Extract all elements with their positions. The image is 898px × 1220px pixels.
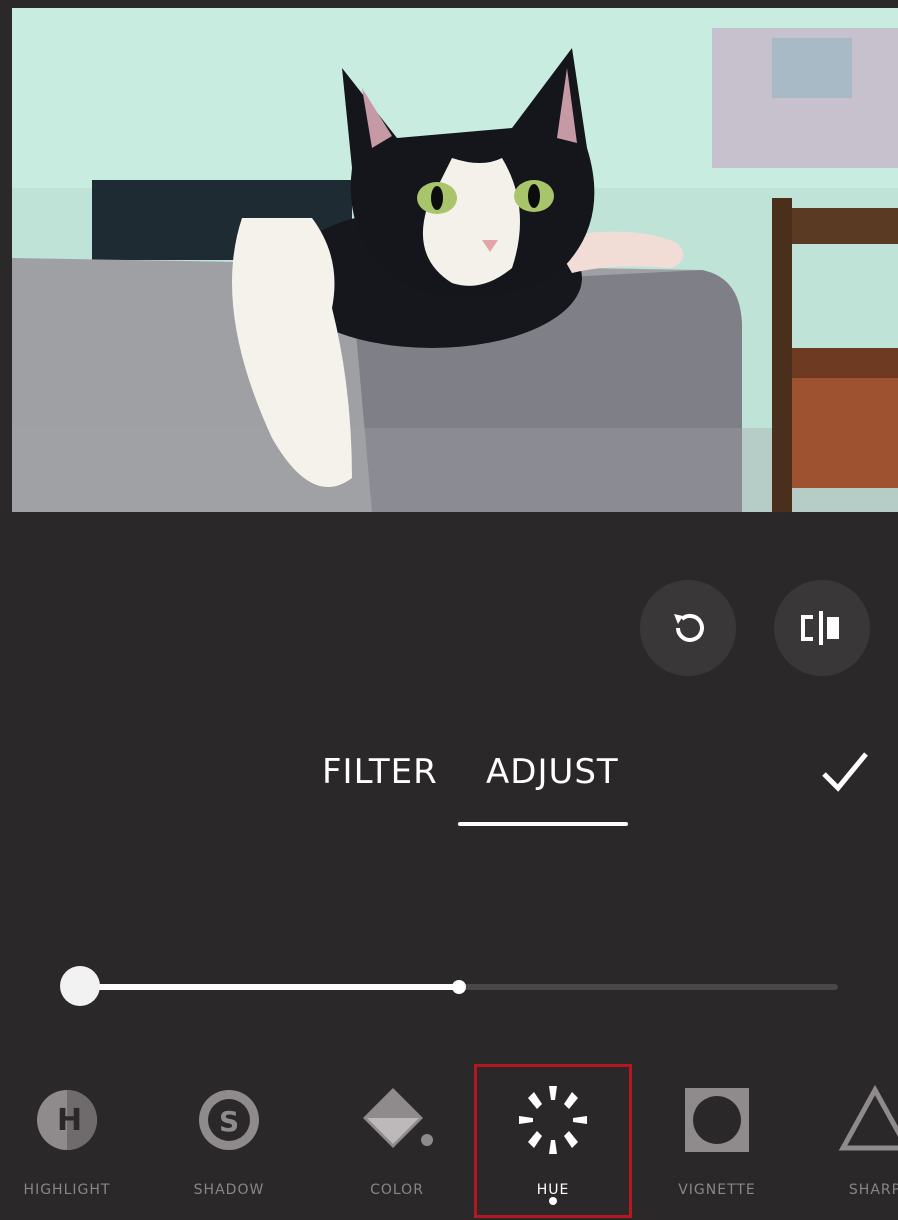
tool-color[interactable]: COLOR: [312, 1066, 482, 1216]
tab-adjust[interactable]: ADJUST: [486, 752, 619, 792]
tool-hue[interactable]: HUE: [468, 1066, 638, 1216]
active-tab-indicator: [458, 822, 628, 826]
tool-sharpen[interactable]: SHARP: [790, 1066, 898, 1216]
photo-preview: [12, 8, 898, 512]
sharpen-icon: [838, 1084, 898, 1151]
hue-icon: [519, 1086, 587, 1154]
tool-label: COLOR: [370, 1182, 424, 1198]
rotate-button[interactable]: [640, 580, 736, 676]
tool-label: HUE: [536, 1182, 570, 1198]
tool-highlight[interactable]: H HIGHLIGHT: [0, 1066, 152, 1216]
tool-shadow[interactable]: S SHADOW: [144, 1066, 314, 1216]
selected-tool-dot: [549, 1197, 557, 1205]
tool-label: SHARP: [848, 1182, 898, 1198]
tool-vignette[interactable]: VIGNETTE: [632, 1066, 802, 1216]
vignette-icon: [685, 1088, 749, 1152]
tool-label: SHADOW: [193, 1182, 265, 1198]
editor-screen: FILTER ADJUST H HIGHLIGHT S SHADOW COLOR…: [0, 0, 898, 1220]
slider-handle[interactable]: [60, 966, 100, 1006]
shadow-icon: S: [199, 1090, 259, 1150]
tool-label: HIGHLIGHT: [23, 1182, 111, 1198]
highlight-icon: H: [37, 1090, 97, 1150]
color-icon: [363, 1088, 433, 1148]
tool-label: VIGNETTE: [678, 1182, 756, 1198]
cat-photo: [12, 8, 898, 512]
svg-text:S: S: [219, 1105, 239, 1138]
check-icon[interactable]: [818, 746, 872, 796]
slider-midpoint: [452, 980, 466, 994]
tab-filter[interactable]: FILTER: [322, 752, 438, 792]
rotate-icon: [674, 613, 704, 642]
compare-icon: [801, 611, 839, 645]
adjust-slider-track[interactable]: [80, 980, 838, 994]
compare-button[interactable]: [774, 580, 870, 676]
slider-fill: [80, 984, 459, 990]
svg-text:H: H: [57, 1103, 82, 1138]
